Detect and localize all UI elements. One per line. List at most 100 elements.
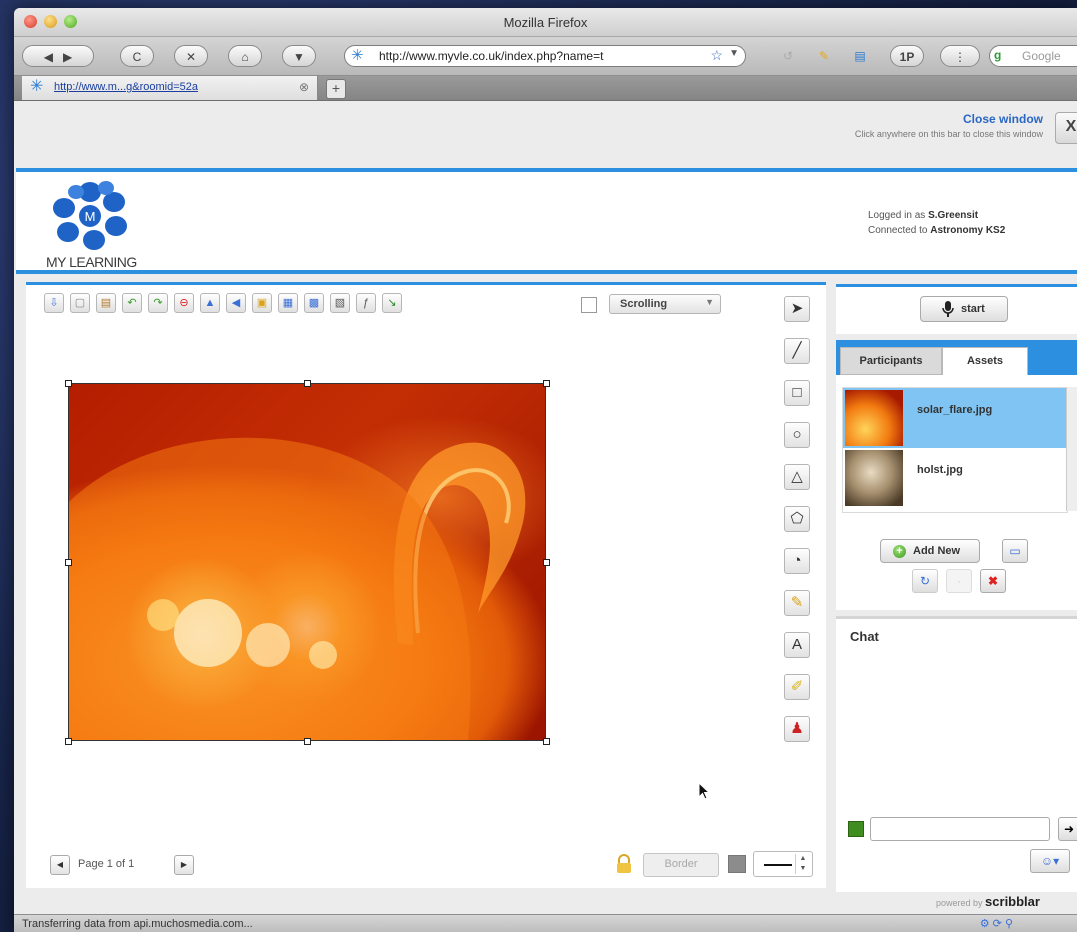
chat-color-swatch[interactable] <box>848 821 864 837</box>
google-icon: g <box>994 48 1002 62</box>
pencil-extension-icon[interactable]: ✎ <box>810 45 838 67</box>
resize-handle-top-right[interactable] <box>543 380 550 387</box>
line-width-stepper[interactable]: ▲ ▼ <box>753 851 813 877</box>
new-tab-button[interactable]: + <box>326 79 346 99</box>
tab-close-icon[interactable]: ⊗ <box>299 80 309 94</box>
send-back-icon[interactable]: ◀ <box>226 293 246 313</box>
resize-handle-left[interactable] <box>65 559 72 566</box>
arc-tool-icon[interactable]: ◔ <box>784 548 810 574</box>
search-input[interactable]: g Google <box>989 45 1077 67</box>
back-forward-buttons[interactable]: ◀ ▶ <box>22 45 94 67</box>
lock-object-icon[interactable]: ▣ <box>252 293 272 313</box>
scroll-mode-select[interactable]: Scrolling ▼ <box>609 294 721 314</box>
prev-page-button[interactable]: ◀ <box>50 855 70 875</box>
close-window-hint: Click anywhere on this bar to close this… <box>854 129 1043 139</box>
resize-handle-bottom[interactable] <box>304 738 311 745</box>
redo-icon[interactable]: ↷ <box>148 293 168 313</box>
stop-icon[interactable]: ✕ <box>174 45 208 67</box>
resize-handle-bottom-left[interactable] <box>65 738 72 745</box>
tab-participants[interactable]: Participants <box>840 347 942 375</box>
asset-thumbnail <box>845 390 903 446</box>
reload-icon[interactable]: C <box>120 45 154 67</box>
my-learning-logo: M MY LEARNING <box>44 178 154 274</box>
url-dropdown-icon[interactable]: ▼ <box>729 48 739 59</box>
title-bar: Mozilla Firefox <box>14 8 1077 37</box>
ellipse-tool-icon[interactable]: ○ <box>784 422 810 448</box>
url-text: http://www.myvle.co.uk/index.php?name=t <box>379 49 604 63</box>
text-tool-icon[interactable]: A <box>784 632 810 658</box>
stepper-arrows-icon[interactable]: ▲ ▼ <box>795 854 810 874</box>
lock-icon[interactable] <box>615 854 633 874</box>
status-tray-icons[interactable]: ⚙ ⟳ ⚲ <box>980 917 1013 930</box>
save-icon[interactable]: ▩ <box>304 293 324 313</box>
start-audio-button[interactable]: start <box>920 296 1008 322</box>
extension-icon[interactable]: ↺ <box>774 45 802 67</box>
select-tool-icon[interactable]: ➤ <box>784 296 810 322</box>
search-engine-icon[interactable]: ⋮ <box>940 45 980 67</box>
powered-by: powered by scribblar <box>936 894 1040 909</box>
svg-text:M: M <box>85 209 96 224</box>
send-icon[interactable]: ➜ <box>1058 817 1077 841</box>
menu-extension-icon[interactable]: ▤ <box>844 45 876 67</box>
asset-thumbnail <box>845 450 903 506</box>
home-icon[interactable]: ⌂ <box>228 45 262 67</box>
list-item[interactable]: holst.jpg <box>843 448 1067 508</box>
load-asset-icon[interactable]: ▭ <box>1002 539 1028 563</box>
pencil-tool-icon[interactable]: ✎ <box>784 590 810 616</box>
fill-color-swatch[interactable] <box>728 855 746 873</box>
chat-input[interactable] <box>870 817 1050 841</box>
onepassword-button[interactable]: 1P <box>890 45 924 67</box>
move-icon[interactable]: · <box>946 569 972 593</box>
solar-flare-image[interactable] <box>68 383 546 741</box>
stamp-tool-icon[interactable]: ♟ <box>784 716 810 742</box>
url-bar[interactable]: ✳ http://www.myvle.co.uk/index.php?name=… <box>344 45 746 67</box>
tab-myvle[interactable]: ✳ http://www.m...g&roomid=52a ⊗ <box>22 76 318 100</box>
navigation-toolbar: ◀ ▶ C ✕ ⌂ ▼ ✳ http://www.myvle.co.uk/ind… <box>14 37 1077 76</box>
copy-icon[interactable]: ▢ <box>70 293 90 313</box>
rectangle-tool-icon[interactable]: □ <box>784 380 810 406</box>
border-button[interactable]: Border <box>643 853 719 877</box>
highlighter-tool-icon[interactable]: ✐ <box>784 674 810 700</box>
bookmark-star-icon[interactable]: ☆ <box>710 47 723 64</box>
bookmarks-icon[interactable]: ▼ <box>282 45 316 67</box>
close-window-link[interactable]: Close window <box>963 112 1043 126</box>
connected-prefix: Connected to <box>868 225 931 236</box>
list-item[interactable]: solar_flare.jpg <box>843 388 1067 448</box>
asset-name: holst.jpg <box>917 464 963 476</box>
laser-pointer-icon[interactable]: ↘ <box>382 293 402 313</box>
paste-icon[interactable]: ▤ <box>96 293 116 313</box>
asset-scrollbar[interactable] <box>1066 387 1077 511</box>
close-window-bar[interactable]: Close window Click anywhere on this bar … <box>14 101 1077 156</box>
plus-icon: + <box>893 545 906 558</box>
status-bar: Transferring data from api.muchosmedia.c… <box>14 914 1077 932</box>
status-text: Transferring data from api.muchosmedia.c… <box>22 918 253 930</box>
search-placeholder: Google <box>1022 49 1061 63</box>
line-tool-icon[interactable]: ╱ <box>784 338 810 364</box>
resize-handle-top-left[interactable] <box>65 380 72 387</box>
delete-asset-icon[interactable]: ✖ <box>980 569 1006 593</box>
bring-forward-icon[interactable]: ▲ <box>200 293 220 313</box>
triangle-tool-icon[interactable]: △ <box>784 464 810 490</box>
delete-icon[interactable]: ⊖ <box>174 293 194 313</box>
undo-icon[interactable]: ↶ <box>122 293 142 313</box>
emoticon-dropdown-icon[interactable]: ☺▾ <box>1030 849 1070 873</box>
line-width-preview <box>764 864 792 866</box>
image-icon[interactable]: ▧ <box>330 293 350 313</box>
polygon-tool-icon[interactable]: ⬠ <box>784 506 810 532</box>
tab-strip: ✳ http://www.m...g&roomid=52a ⊗ + <box>14 76 1077 101</box>
grid-icon[interactable]: ▦ <box>278 293 298 313</box>
app-area: M MY LEARNING Logged in as S.Greensit Co… <box>14 154 1077 924</box>
add-new-button[interactable]: + Add New <box>880 539 980 563</box>
equation-icon[interactable]: ƒ <box>356 293 376 313</box>
refresh-icon[interactable]: ↻ <box>912 569 938 593</box>
assets-panel: Participants Assets solar_flare.jpg hols… <box>836 340 1077 610</box>
close-window-button[interactable]: X <box>1055 112 1077 144</box>
resize-handle-bottom-right[interactable] <box>543 738 550 745</box>
resize-handle-top[interactable] <box>304 380 311 387</box>
import-icon[interactable]: ⇩ <box>44 293 64 313</box>
next-page-button[interactable]: ▶ <box>174 855 194 875</box>
connected-room: Astronomy KS2 <box>930 225 1006 236</box>
scroll-checkbox[interactable] <box>581 297 597 313</box>
tab-assets[interactable]: Assets <box>942 347 1028 375</box>
resize-handle-right[interactable] <box>543 559 550 566</box>
